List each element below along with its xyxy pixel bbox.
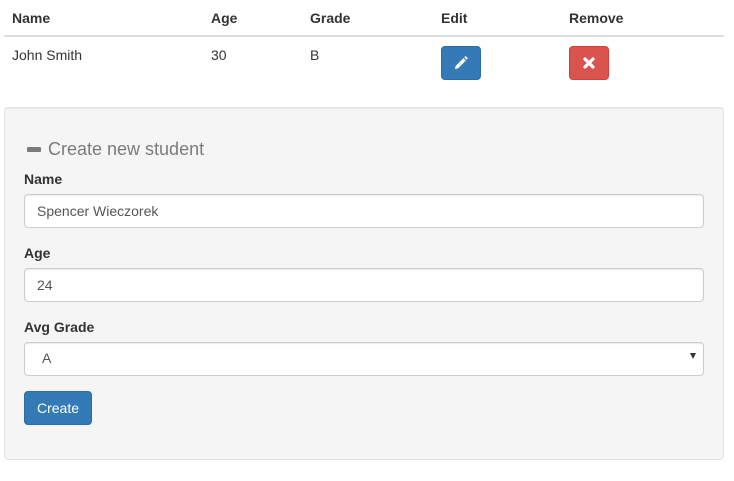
create-button[interactable]: Create [24, 391, 92, 425]
create-student-panel: Create new student Name Age Avg Grade A … [4, 107, 724, 460]
header-grade: Grade [302, 0, 433, 37]
pencil-icon [455, 56, 468, 69]
cell-remove [561, 36, 724, 92]
collapse-toggle[interactable]: Create new student [27, 138, 204, 160]
avg-grade-selected: A [42, 350, 52, 366]
age-label: Age [24, 245, 51, 261]
header-remove: Remove [561, 0, 724, 37]
minus-icon [27, 146, 41, 152]
cell-age: 30 [211, 47, 227, 63]
cell-name: John Smith [12, 47, 83, 63]
page: Name Age Grade Edit Remove John Smith 30… [0, 0, 734, 481]
header-age: Age [203, 0, 302, 37]
age-input[interactable] [24, 268, 704, 302]
table-header-row: Name Age Grade Edit Remove [4, 0, 724, 37]
cell-grade: B [310, 47, 320, 63]
header-edit: Edit [433, 0, 561, 37]
students-table: Name Age Grade Edit Remove John Smith 30… [4, 0, 724, 92]
cell-edit [433, 36, 561, 92]
table-row: John Smith 30 B [4, 36, 724, 92]
name-label: Name [24, 171, 63, 187]
name-input[interactable] [24, 194, 704, 228]
caret-down-icon [690, 353, 696, 359]
panel-title: Create new student [48, 138, 205, 159]
close-icon [583, 57, 595, 69]
avg-grade-select[interactable]: A [24, 342, 704, 376]
avg-grade-label: Avg Grade [24, 319, 95, 335]
edit-button[interactable] [441, 46, 481, 80]
remove-button[interactable] [569, 46, 609, 80]
header-name: Name [4, 0, 203, 37]
